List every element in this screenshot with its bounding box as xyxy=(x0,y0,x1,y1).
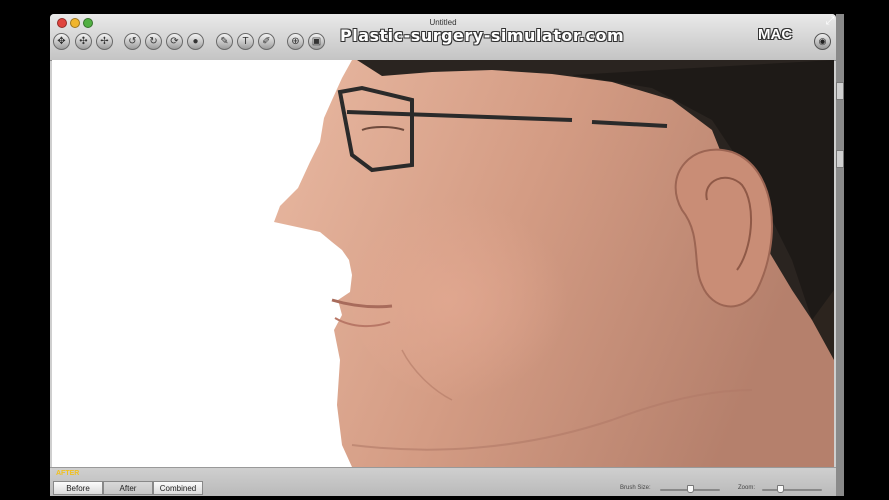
zoom-label: Zoom: xyxy=(738,485,756,491)
camera-tool-icon[interactable]: ▣ xyxy=(308,33,325,50)
move-tool-icon[interactable]: ✥ xyxy=(53,33,70,50)
record-icon[interactable]: ◉ xyxy=(814,33,831,50)
brush-tool-icon[interactable]: ✎ xyxy=(216,33,233,50)
side-panel-tab[interactable] xyxy=(836,82,844,100)
platform-label: MAC xyxy=(758,26,793,43)
after-button[interactable]: After xyxy=(103,481,153,495)
rotate-left-tool-icon[interactable]: ↺ xyxy=(124,33,141,50)
watermark-text: Plastic-surgery-simulator.com xyxy=(340,26,625,45)
brush-size-label: Brush Size: xyxy=(620,485,651,491)
smooth-tool-icon[interactable]: ● xyxy=(187,33,204,50)
rotate-right-tool-icon[interactable]: ↻ xyxy=(145,33,162,50)
before-button[interactable]: Before xyxy=(53,481,103,495)
twist-tool-icon[interactable]: ⟳ xyxy=(166,33,183,50)
view-state-tag: AFTER xyxy=(56,470,80,477)
zoom-slider-track[interactable] xyxy=(762,489,822,491)
target-tool-icon[interactable]: ⊕ xyxy=(287,33,304,50)
text-tool-icon[interactable]: T xyxy=(237,33,254,50)
brush-size-slider-knob[interactable] xyxy=(687,485,694,493)
app-window: Untitled ✥ ✣ ✢ ↺ ↻ ⟳ ● ✎ T ✐ ⊕ ▣ AFTER B… xyxy=(50,14,836,496)
side-panel-tab[interactable] xyxy=(836,150,844,168)
expand-tool-icon[interactable]: ✣ xyxy=(75,33,92,50)
zoom-slider-knob[interactable] xyxy=(777,485,784,493)
bottom-bar: AFTER Before After Combined Brush Size: … xyxy=(50,467,836,496)
face-profile-photo xyxy=(274,60,834,467)
fullscreen-icon[interactable]: ⤢ xyxy=(823,14,837,28)
pencil-tool-icon[interactable]: ✐ xyxy=(258,33,275,50)
photo-canvas[interactable] xyxy=(52,60,834,467)
shrink-tool-icon[interactable]: ✢ xyxy=(96,33,113,50)
combined-button[interactable]: Combined xyxy=(153,481,203,495)
